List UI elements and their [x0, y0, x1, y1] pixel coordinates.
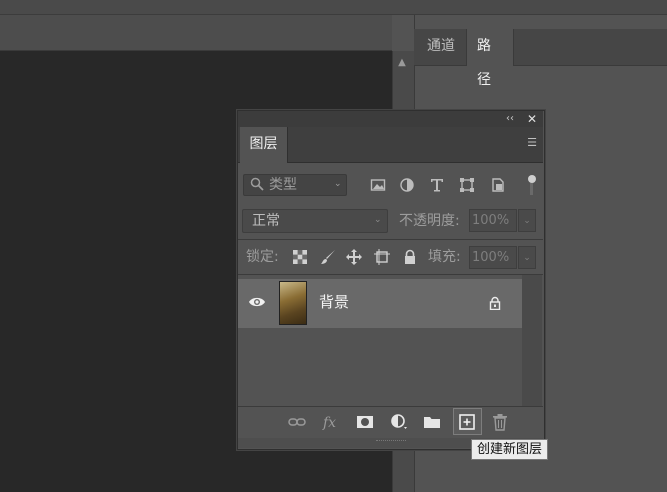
layer-lock-icon[interactable]: [488, 296, 502, 310]
lock-transparent-pixels-icon[interactable]: [292, 249, 308, 265]
scroll-up-arrow-icon[interactable]: ▲: [395, 56, 409, 70]
type-filter-icon[interactable]: [429, 177, 445, 193]
filter-toggle-track: [530, 183, 533, 195]
add-mask-icon[interactable]: [356, 413, 374, 431]
tab-channels[interactable]: 通道: [417, 29, 465, 65]
visibility-eye-icon[interactable]: [248, 295, 266, 309]
filter-kind-label: 类型: [269, 177, 297, 193]
fill-label: 填充:: [428, 249, 461, 265]
adjustment-layer-icon[interactable]: [390, 413, 408, 431]
fill-value: 100%: [472, 250, 510, 265]
tab-paths[interactable]: 路径: [466, 29, 514, 88]
link-layers-icon[interactable]: [288, 413, 306, 431]
smart-object-filter-icon[interactable]: [490, 177, 506, 193]
chevron-down-icon: ⌄: [334, 179, 342, 189]
new-layer-icon[interactable]: [458, 413, 476, 431]
lock-artboard-icon[interactable]: [374, 249, 390, 265]
svg-text:fx: fx: [322, 415, 336, 431]
layers-list-scrollbar[interactable]: [522, 275, 542, 406]
collapse-panel-icon[interactable]: ‹‹: [503, 111, 517, 127]
new-layer-tooltip: 创建新图层: [471, 439, 549, 460]
app-top-strip: [0, 0, 667, 15]
shape-filter-icon[interactable]: [459, 177, 475, 193]
tab-layers[interactable]: 图层: [240, 127, 288, 163]
document-tab-bar: [0, 15, 392, 51]
panel-menu-icon[interactable]: ☰: [525, 136, 539, 150]
close-panel-icon[interactable]: ✕: [525, 111, 539, 127]
divider: [238, 239, 543, 240]
lock-all-icon[interactable]: [402, 249, 418, 265]
filter-toggle-switch[interactable]: [528, 175, 536, 183]
layer-thumbnail[interactable]: [279, 281, 307, 325]
panel-title-bar[interactable]: [238, 111, 543, 127]
opacity-value: 100%: [472, 213, 510, 228]
lock-position-move-icon[interactable]: [346, 249, 362, 265]
layer-name[interactable]: 背景: [319, 292, 349, 312]
fill-dropdown-icon[interactable]: ⌄: [518, 246, 536, 269]
opacity-label: 不透明度:: [399, 213, 460, 229]
delete-layer-trash-icon[interactable]: [491, 413, 509, 431]
chevron-down-icon: ⌄: [374, 215, 382, 225]
adjustment-filter-icon[interactable]: [399, 177, 415, 193]
image-filter-icon[interactable]: [370, 177, 386, 193]
lock-label: 锁定:: [246, 249, 279, 265]
grip-mark: [376, 440, 406, 445]
new-group-folder-icon[interactable]: [423, 413, 441, 431]
fx-icon[interactable]: fx: [322, 413, 340, 431]
opacity-dropdown-icon[interactable]: ⌄: [518, 209, 536, 232]
search-icon: [250, 177, 264, 191]
lock-image-pixels-brush-icon[interactable]: [320, 249, 336, 265]
blend-mode-value: 正常: [252, 213, 280, 229]
